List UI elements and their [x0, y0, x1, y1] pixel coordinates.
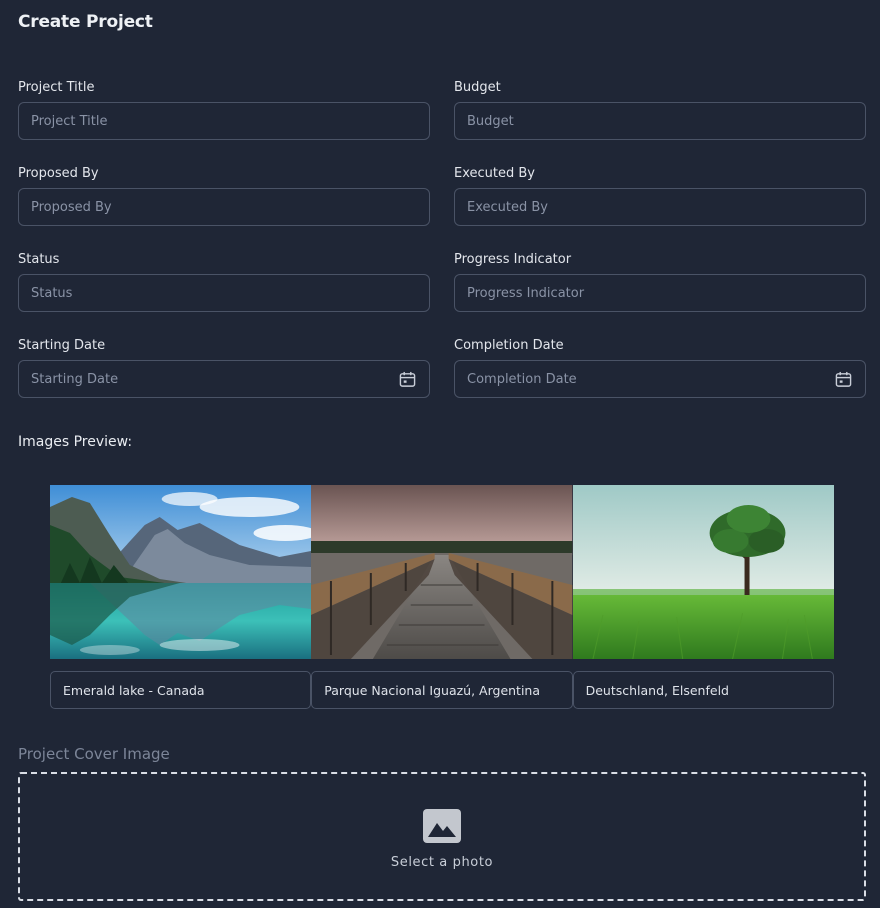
images-preview-title: Images Preview:: [18, 434, 133, 450]
calendar-icon[interactable]: [399, 371, 416, 388]
image-caption-box: [572, 671, 834, 709]
budget-label: Budget: [454, 80, 501, 95]
progress-indicator-box: [454, 274, 866, 312]
progress-indicator-field: Progress Indicator: [454, 252, 866, 312]
budget-field: Budget: [454, 80, 866, 140]
boardwalk-image: [311, 485, 573, 659]
proposed-by-input[interactable]: [19, 189, 429, 225]
starting-date-label: Starting Date: [18, 338, 106, 353]
image-caption-input[interactable]: [51, 672, 311, 708]
project-title-box: [18, 102, 430, 140]
completion-date-input[interactable]: [455, 361, 865, 397]
proposed-by-box: [18, 188, 430, 226]
starting-date-field: Starting Date: [18, 338, 430, 398]
image-caption-input[interactable]: [573, 672, 833, 708]
create-project-page: Create Project Project Title Budget Prop…: [0, 0, 880, 908]
executed-by-input[interactable]: [455, 189, 865, 225]
status-box: [18, 274, 430, 312]
photo-icon: [423, 809, 461, 843]
project-title-input[interactable]: [19, 103, 429, 139]
calendar-icon[interactable]: [835, 371, 852, 388]
completion-date-label: Completion Date: [454, 338, 564, 353]
budget-input[interactable]: [455, 103, 865, 139]
proposed-by-field: Proposed By: [18, 166, 430, 226]
status-field: Status: [18, 252, 430, 312]
budget-box: [454, 102, 866, 140]
image-caption-box: [50, 671, 312, 709]
images-gallery: [50, 485, 834, 709]
tree-field-image: [572, 485, 834, 659]
progress-indicator-input[interactable]: [455, 275, 865, 311]
gallery-item: [572, 485, 834, 709]
starting-date-input[interactable]: [19, 361, 429, 397]
project-title-label: Project Title: [18, 80, 95, 95]
select-photo-text: Select a photo: [390, 855, 494, 870]
executed-by-field: Executed By: [454, 166, 866, 226]
completion-date-field: Completion Date: [454, 338, 866, 398]
status-input[interactable]: [19, 275, 429, 311]
image-caption-input[interactable]: [312, 672, 572, 708]
completion-date-box: [454, 360, 866, 398]
mountain-lake-image: [50, 485, 312, 659]
starting-date-box: [18, 360, 430, 398]
cover-image-dropzone[interactable]: Select a photo: [18, 772, 866, 901]
proposed-by-label: Proposed By: [18, 166, 99, 181]
cover-image-label: Project Cover Image: [18, 745, 170, 763]
status-label: Status: [18, 252, 60, 267]
executed-by-box: [454, 188, 866, 226]
image-caption-box: [311, 671, 573, 709]
project-title-field: Project Title: [18, 80, 430, 140]
page-title: Create Project: [18, 12, 153, 32]
progress-indicator-label: Progress Indicator: [454, 252, 572, 267]
gallery-item: [311, 485, 573, 709]
gallery-item: [50, 485, 312, 709]
executed-by-label: Executed By: [454, 166, 535, 181]
